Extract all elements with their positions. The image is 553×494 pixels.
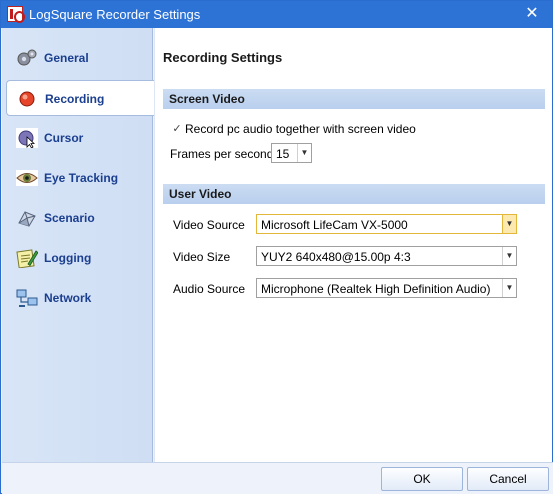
- dialog-footer: OK Cancel: [2, 462, 553, 494]
- chevron-down-icon[interactable]: ▼: [502, 215, 516, 233]
- audio-source-label: Audio Source: [173, 282, 246, 296]
- cursor-icon: [16, 128, 38, 148]
- cancel-button[interactable]: Cancel: [467, 467, 549, 491]
- sidebar-item-label: Cursor: [44, 131, 84, 145]
- window-title: LogSquare Recorder Settings: [29, 7, 201, 22]
- sidebar-item-eye-tracking[interactable]: Eye Tracking: [6, 160, 153, 196]
- sidebar-item-label: Eye Tracking: [44, 171, 119, 185]
- section-title: User Video: [169, 187, 232, 201]
- record-icon: [19, 91, 35, 107]
- sidebar-item-general[interactable]: General: [6, 40, 153, 76]
- record-audio-label: Record pc audio together with screen vid…: [185, 122, 416, 136]
- video-source-value: Microsoft LifeCam VX-5000: [261, 218, 408, 232]
- fps-value: 15: [276, 147, 290, 161]
- audio-source-select[interactable]: Microphone (Realtek High Definition Audi…: [256, 278, 517, 298]
- section-title: Screen Video: [169, 92, 245, 106]
- chevron-down-icon[interactable]: ▼: [502, 279, 516, 297]
- sidebar-item-label: Network: [44, 291, 92, 305]
- sidebar-item-label: Logging: [44, 251, 92, 265]
- sidebar-item-label: Scenario: [44, 211, 95, 225]
- video-source-label: Video Source: [173, 218, 245, 232]
- log-icon: [16, 249, 38, 268]
- scenario-icon: [18, 211, 36, 227]
- network-icon: [16, 289, 38, 307]
- video-size-value: YUY2 640x480@15.00p 4:3: [261, 250, 411, 264]
- checkmark-icon[interactable]: ✓: [171, 123, 183, 135]
- sidebar-item-network[interactable]: Network: [6, 280, 153, 316]
- audio-source-value: Microphone (Realtek High Definition Audi…: [261, 282, 491, 296]
- sidebar-item-cursor[interactable]: Cursor: [6, 120, 153, 156]
- sidebar-item-label: Recording: [45, 92, 105, 106]
- user-video-header: User Video: [163, 184, 545, 204]
- fps-label: Frames per second: [170, 147, 274, 161]
- video-size-select[interactable]: YUY2 640x480@15.00p 4:3 ▼: [256, 246, 517, 266]
- sidebar-item-label: General: [44, 51, 89, 65]
- gears-icon: [17, 49, 37, 66]
- chevron-down-icon[interactable]: ▼: [502, 247, 516, 265]
- app-logo-icon: [7, 6, 25, 23]
- settings-panel: Recording Settings Screen Video ✓ Record…: [154, 28, 552, 462]
- ok-button[interactable]: OK: [381, 467, 463, 491]
- fps-select[interactable]: 15 ▼: [271, 143, 312, 163]
- sidebar-item-scenario[interactable]: Scenario: [6, 200, 153, 236]
- chevron-down-icon[interactable]: ▼: [297, 144, 311, 162]
- video-size-label: Video Size: [173, 250, 231, 264]
- settings-window: LogSquare Recorder Settings ✕ General Re…: [0, 0, 553, 494]
- close-button[interactable]: ✕: [522, 4, 542, 24]
- video-source-select[interactable]: Microsoft LifeCam VX-5000 ▼: [256, 214, 517, 234]
- sidebar: General Recording Cursor Eye Tracking Sc…: [2, 28, 154, 462]
- page-title: Recording Settings: [163, 50, 283, 65]
- title-bar[interactable]: LogSquare Recorder Settings ✕: [1, 1, 552, 28]
- eye-icon: [16, 170, 38, 186]
- close-icon: ✕: [525, 5, 539, 22]
- sidebar-item-logging[interactable]: Logging: [6, 240, 153, 276]
- screen-video-header: Screen Video: [163, 89, 545, 109]
- sidebar-item-recording[interactable]: Recording: [6, 80, 154, 116]
